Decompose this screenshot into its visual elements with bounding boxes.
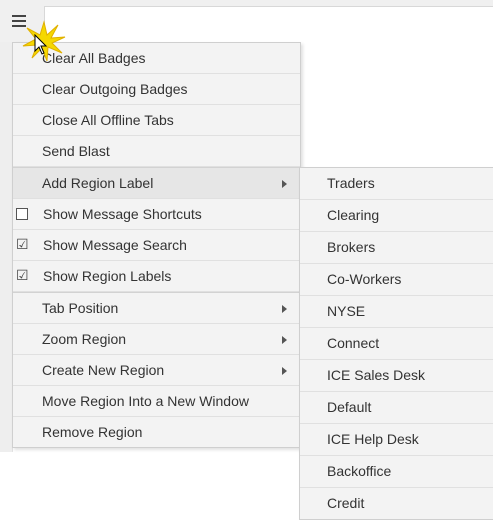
menu-item-label: Tab Position [42,300,119,316]
menu-item-create-new-region[interactable]: Create New Region [13,355,300,386]
submenu-item-default[interactable]: Default [300,392,493,424]
mouse-pointer-icon [34,34,48,55]
submenu-item-label: NYSE [327,303,366,319]
submenu-arrow-icon [282,305,287,313]
submenu-item-label: Brokers [327,239,376,255]
menu-item-label: Add Region Label [42,175,154,191]
submenu-item-backoffice[interactable]: Backoffice [300,456,493,488]
submenu-item-label: Credit [327,495,365,511]
menu-item-send-blast[interactable]: Send Blast [13,136,300,167]
menu-item-label: Clear Outgoing Badges [42,81,188,97]
submenu-item-co-workers[interactable]: Co-Workers [300,264,493,296]
submenu-arrow-icon [282,367,287,375]
menu-item-show-region-labels[interactable]: ☑ Show Region Labels [13,261,300,292]
submenu-item-label: Traders [327,175,375,191]
menu-item-label: Show Message Search [43,237,187,253]
menu-item-add-region-label[interactable]: Add Region Label [13,167,300,199]
submenu-item-label: Default [327,399,372,415]
submenu-item-ice-sales-desk[interactable]: ICE Sales Desk [300,360,493,392]
menu-item-label: Show Message Shortcuts [43,206,202,222]
submenu-item-brokers[interactable]: Brokers [300,232,493,264]
submenu-item-traders[interactable]: Traders [300,168,493,200]
tab-area [44,6,493,43]
menu-item-label: Close All Offline Tabs [42,112,174,128]
submenu-item-label: Co-Workers [327,271,402,287]
submenu-item-connect[interactable]: Connect [300,328,493,360]
menu-item-close-all-offline-tabs[interactable]: Close All Offline Tabs [13,105,300,136]
context-menu: Clear All Badges Clear Outgoing Badges C… [12,42,301,448]
submenu-item-label: ICE Sales Desk [327,367,426,383]
submenu-arrow-icon [282,180,287,188]
menu-item-move-region-new-window[interactable]: Move Region Into a New Window [13,386,300,417]
menu-item-remove-region[interactable]: Remove Region [13,417,300,447]
menu-item-label: Send Blast [42,143,110,159]
menu-item-label: Show Region Labels [43,268,172,284]
menu-item-show-message-search[interactable]: ☑ Show Message Search [13,230,300,261]
menu-item-show-message-shortcuts[interactable]: Show Message Shortcuts [13,199,300,230]
submenu-item-clearing[interactable]: Clearing [300,200,493,232]
checked-checkbox-icon[interactable]: ☑ [16,267,29,283]
submenu-item-ice-help-desk[interactable]: ICE Help Desk [300,424,493,456]
top-toolbar [0,0,493,43]
menu-item-label: Zoom Region [42,331,127,347]
menu-item-label: Move Region Into a New Window [42,393,249,409]
submenu-item-nyse[interactable]: NYSE [300,296,493,328]
menu-item-label: Create New Region [42,362,165,378]
submenu-arrow-icon [282,336,287,344]
submenu-item-label: ICE Help Desk [327,431,419,447]
submenu-item-credit[interactable]: Credit [300,488,493,519]
menu-item-clear-outgoing-badges[interactable]: Clear Outgoing Badges [13,74,300,105]
submenu-item-label: Connect [327,335,380,351]
menu-item-zoom-region[interactable]: Zoom Region [13,324,300,355]
submenu-item-label: Backoffice [327,463,392,479]
menu-item-label: Remove Region [42,424,143,440]
submenu-item-label: Clearing [327,207,380,223]
menu-item-tab-position[interactable]: Tab Position [13,292,300,324]
unchecked-checkbox-icon[interactable] [16,208,28,220]
checked-checkbox-icon[interactable]: ☑ [16,236,29,252]
region-label-submenu: Traders Clearing Brokers Co-Workers NYSE… [299,167,493,520]
